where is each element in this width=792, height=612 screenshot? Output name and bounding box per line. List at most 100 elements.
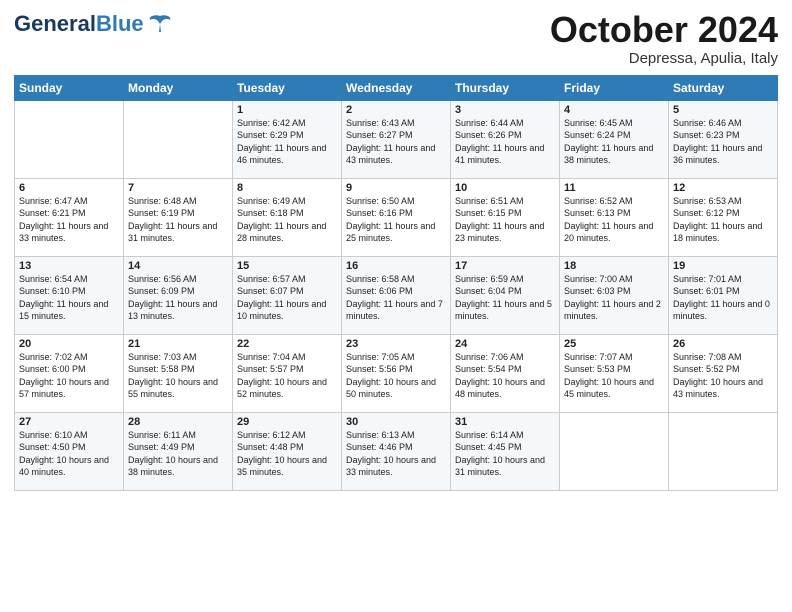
table-cell: 15 Sunrise: 6:57 AMSunset: 6:07 PMDayligh… — [233, 256, 342, 334]
table-cell — [560, 412, 669, 490]
col-monday: Monday — [124, 75, 233, 100]
table-cell: 3 Sunrise: 6:44 AMSunset: 6:26 PMDaylight… — [451, 100, 560, 178]
col-wednesday: Wednesday — [342, 75, 451, 100]
day-info: Sunrise: 6:13 AMSunset: 4:46 PMDaylight:… — [346, 430, 436, 478]
day-info: Sunrise: 6:10 AMSunset: 4:50 PMDaylight:… — [19, 430, 109, 478]
col-saturday: Saturday — [669, 75, 778, 100]
table-cell: 18 Sunrise: 7:00 AMSunset: 6:03 PMDayligh… — [560, 256, 669, 334]
table-cell: 25Sunrise: 7:07 AMSunset: 5:53 PMDayligh… — [560, 334, 669, 412]
day-info: Sunrise: 6:45 AMSunset: 6:24 PMDaylight:… — [564, 118, 653, 166]
table-cell — [15, 100, 124, 178]
day-info: Sunrise: 6:48 AMSunset: 6:19 PMDaylight:… — [128, 196, 217, 244]
table-cell: 29 Sunrise: 6:12 AMSunset: 4:48 PMDayligh… — [233, 412, 342, 490]
day-number: 28 — [128, 416, 228, 428]
day-info: Sunrise: 7:06 AMSunset: 5:54 PMDaylight:… — [455, 352, 545, 400]
day-number: 25 — [564, 338, 664, 350]
table-cell: 19 Sunrise: 7:01 AMSunset: 6:01 PMDayligh… — [669, 256, 778, 334]
day-number: 12 — [673, 182, 773, 194]
day-info: Sunrise: 6:43 AMSunset: 6:27 PMDaylight:… — [346, 118, 435, 166]
day-info: Sunrise: 6:56 AMSunset: 6:09 PMDaylight:… — [128, 274, 217, 322]
day-number: 9 — [346, 182, 446, 194]
day-info: Sunrise: 6:14 AMSunset: 4:45 PMDaylight:… — [455, 430, 545, 478]
table-cell: 16Sunrise: 6:58 AMSunset: 6:06 PMDayligh… — [342, 256, 451, 334]
day-info: Sunrise: 7:08 AMSunset: 5:52 PMDaylight:… — [673, 352, 763, 400]
week-row-1: 1Sunrise: 6:42 AMSunset: 6:29 PMDaylight… — [15, 100, 778, 178]
table-cell: 27Sunrise: 6:10 AMSunset: 4:50 PMDayligh… — [15, 412, 124, 490]
day-number: 22 — [237, 338, 337, 350]
day-number: 3 — [455, 104, 555, 116]
location: Depressa, Apulia, Italy — [550, 50, 778, 67]
day-info: Sunrise: 7:05 AMSunset: 5:56 PMDaylight:… — [346, 352, 436, 400]
day-number: 14 — [128, 260, 228, 272]
table-cell: 14 Sunrise: 6:56 AMSunset: 6:09 PMDayligh… — [124, 256, 233, 334]
day-info: Sunrise: 6:11 AMSunset: 4:49 PMDaylight:… — [128, 430, 218, 478]
page-header: GeneralBlue October 2024 Depressa, Apuli… — [14, 10, 778, 67]
day-number: 5 — [673, 104, 773, 116]
logo-general: General — [14, 11, 96, 36]
day-info: Sunrise: 6:49 AMSunset: 6:18 PMDaylight:… — [237, 196, 326, 244]
table-cell: 26 Sunrise: 7:08 AMSunset: 5:52 PMDayligh… — [669, 334, 778, 412]
day-info: Sunrise: 6:57 AMSunset: 6:07 PMDaylight:… — [237, 274, 326, 322]
day-number: 20 — [19, 338, 119, 350]
table-cell: 22 Sunrise: 7:04 AMSunset: 5:57 PMDayligh… — [233, 334, 342, 412]
table-cell: 13Sunrise: 6:54 AMSunset: 6:10 PMDayligh… — [15, 256, 124, 334]
table-cell: 21 Sunrise: 7:03 AMSunset: 5:58 PMDayligh… — [124, 334, 233, 412]
day-info: Sunrise: 7:00 AMSunset: 6:03 PMDaylight:… — [564, 274, 661, 322]
week-row-4: 20Sunrise: 7:02 AMSunset: 6:00 PMDayligh… — [15, 334, 778, 412]
day-info: Sunrise: 6:59 AMSunset: 6:04 PMDaylight:… — [455, 274, 552, 322]
day-number: 23 — [346, 338, 446, 350]
day-info: Sunrise: 7:01 AMSunset: 6:01 PMDaylight:… — [673, 274, 770, 322]
day-info: Sunrise: 6:12 AMSunset: 4:48 PMDaylight:… — [237, 430, 327, 478]
logo: GeneralBlue — [14, 10, 174, 38]
day-number: 17 — [455, 260, 555, 272]
table-cell: 30 Sunrise: 6:13 AMSunset: 4:46 PMDayligh… — [342, 412, 451, 490]
table-cell: 12 Sunrise: 6:53 AMSunset: 6:12 PMDayligh… — [669, 178, 778, 256]
col-thursday: Thursday — [451, 75, 560, 100]
week-row-2: 6 Sunrise: 6:47 AMSunset: 6:21 PMDaylight… — [15, 178, 778, 256]
day-info: Sunrise: 6:50 AMSunset: 6:16 PMDaylight:… — [346, 196, 435, 244]
table-cell: 17 Sunrise: 6:59 AMSunset: 6:04 PMDayligh… — [451, 256, 560, 334]
col-friday: Friday — [560, 75, 669, 100]
table-cell: 20Sunrise: 7:02 AMSunset: 6:00 PMDayligh… — [15, 334, 124, 412]
day-number: 1 — [237, 104, 337, 116]
week-row-3: 13Sunrise: 6:54 AMSunset: 6:10 PMDayligh… — [15, 256, 778, 334]
day-number: 7 — [128, 182, 228, 194]
day-number: 15 — [237, 260, 337, 272]
day-number: 21 — [128, 338, 228, 350]
day-info: Sunrise: 7:03 AMSunset: 5:58 PMDaylight:… — [128, 352, 218, 400]
table-cell: 4 Sunrise: 6:45 AMSunset: 6:24 PMDaylight… — [560, 100, 669, 178]
calendar-table: Sunday Monday Tuesday Wednesday Thursday… — [14, 75, 778, 491]
day-number: 30 — [346, 416, 446, 428]
col-tuesday: Tuesday — [233, 75, 342, 100]
table-cell: 5Sunrise: 6:46 AMSunset: 6:23 PMDaylight… — [669, 100, 778, 178]
table-cell: 8Sunrise: 6:49 AMSunset: 6:18 PMDaylight… — [233, 178, 342, 256]
table-cell: 11 Sunrise: 6:52 AMSunset: 6:13 PMDayligh… — [560, 178, 669, 256]
day-info: Sunrise: 6:52 AMSunset: 6:13 PMDaylight:… — [564, 196, 653, 244]
day-number: 18 — [564, 260, 664, 272]
table-cell: 1Sunrise: 6:42 AMSunset: 6:29 PMDaylight… — [233, 100, 342, 178]
day-number: 11 — [564, 182, 664, 194]
table-cell — [669, 412, 778, 490]
table-cell: 10Sunrise: 6:51 AMSunset: 6:15 PMDayligh… — [451, 178, 560, 256]
day-info: Sunrise: 6:44 AMSunset: 6:26 PMDaylight:… — [455, 118, 544, 166]
col-sunday: Sunday — [15, 75, 124, 100]
day-number: 24 — [455, 338, 555, 350]
table-cell: 31 Sunrise: 6:14 AMSunset: 4:45 PMDayligh… — [451, 412, 560, 490]
day-number: 4 — [564, 104, 664, 116]
day-info: Sunrise: 6:47 AMSunset: 6:21 PMDaylight:… — [19, 196, 108, 244]
logo-bird-icon — [146, 10, 174, 38]
month-title: October 2024 — [550, 10, 778, 50]
table-cell: 23 Sunrise: 7:05 AMSunset: 5:56 PMDayligh… — [342, 334, 451, 412]
day-info: Sunrise: 6:54 AMSunset: 6:10 PMDaylight:… — [19, 274, 108, 322]
day-info: Sunrise: 6:53 AMSunset: 6:12 PMDaylight:… — [673, 196, 762, 244]
table-cell: 24 Sunrise: 7:06 AMSunset: 5:54 PMDayligh… — [451, 334, 560, 412]
logo-blue: Blue — [96, 11, 144, 36]
day-number: 31 — [455, 416, 555, 428]
week-row-5: 27Sunrise: 6:10 AMSunset: 4:50 PMDayligh… — [15, 412, 778, 490]
day-number: 29 — [237, 416, 337, 428]
day-info: Sunrise: 7:04 AMSunset: 5:57 PMDaylight:… — [237, 352, 327, 400]
table-cell: 7 Sunrise: 6:48 AMSunset: 6:19 PMDaylight… — [124, 178, 233, 256]
day-number: 6 — [19, 182, 119, 194]
day-number: 19 — [673, 260, 773, 272]
day-number: 26 — [673, 338, 773, 350]
